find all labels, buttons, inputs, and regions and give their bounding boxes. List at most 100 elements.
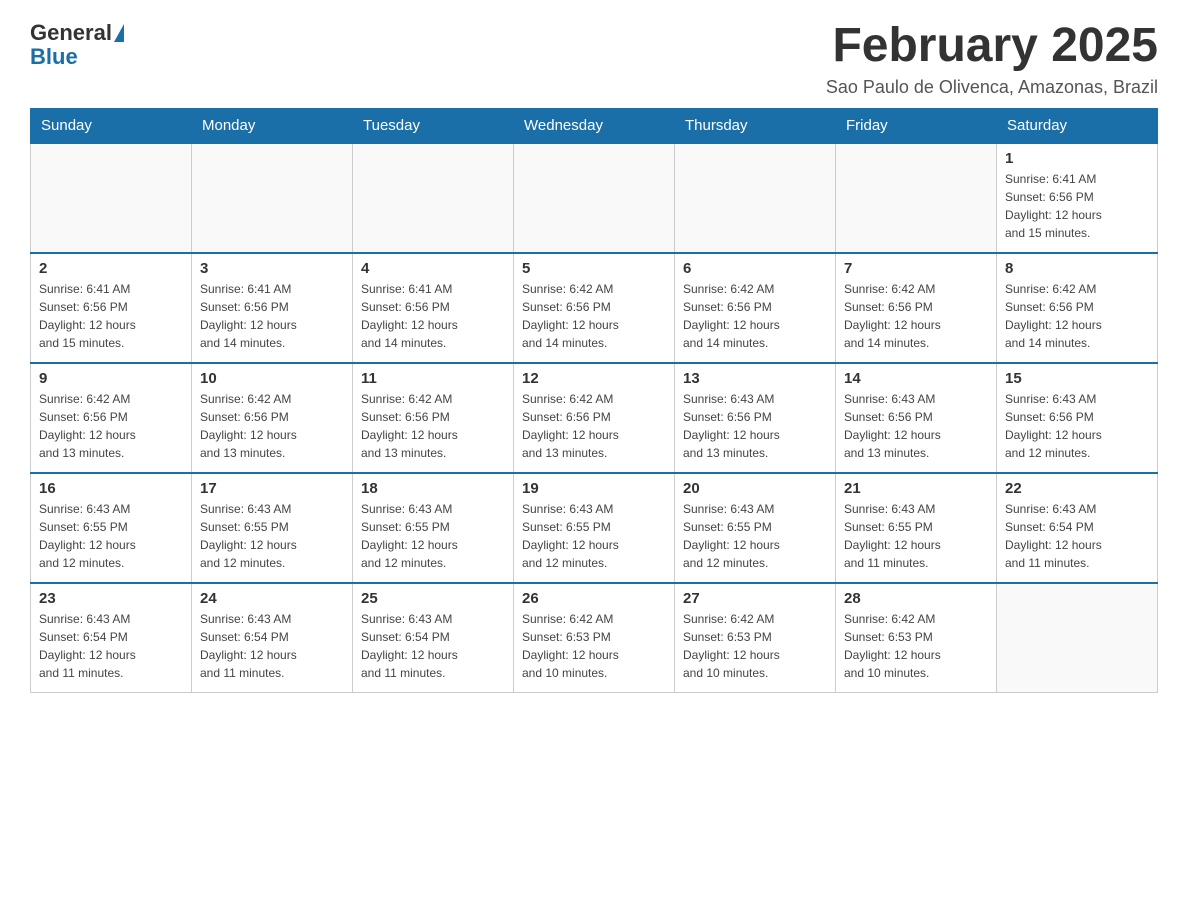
day-number: 28	[844, 590, 988, 607]
calendar-day-cell: 11 Sunrise: 6:42 AM Sunset: 6:56 PM Dayli…	[353, 363, 514, 473]
calendar-body: 1Sunrise: 6:41 AM Sunset: 6:56 PM Daylig…	[31, 143, 1158, 693]
calendar-day-cell: 9Sunrise: 6:42 AM Sunset: 6:56 PM Daylig…	[31, 363, 192, 473]
day-info: Sunrise: 6:43 AM Sunset: 6:55 PM Dayligh…	[683, 500, 827, 572]
calendar-day-cell: 6 Sunrise: 6:42 AM Sunset: 6:56 PM Daylig…	[675, 253, 836, 363]
day-info: Sunrise: 6:42 AM Sunset: 6:53 PM Dayligh…	[522, 610, 666, 682]
col-wednesday: Wednesday	[514, 108, 675, 143]
day-number: 4	[361, 260, 505, 277]
day-info: Sunrise: 6:42 AM Sunset: 6:56 PM Dayligh…	[844, 280, 988, 352]
calendar-day-cell	[675, 143, 836, 253]
calendar-day-cell: 18 Sunrise: 6:43 AM Sunset: 6:55 PM Dayli…	[353, 473, 514, 583]
calendar-day-cell: 7 Sunrise: 6:42 AM Sunset: 6:56 PM Daylig…	[836, 253, 997, 363]
calendar-day-cell	[192, 143, 353, 253]
day-number: 22	[1005, 480, 1149, 497]
calendar-day-cell	[836, 143, 997, 253]
calendar-day-cell: 2Sunrise: 6:41 AM Sunset: 6:56 PM Daylig…	[31, 253, 192, 363]
day-number: 21	[844, 480, 988, 497]
col-friday: Friday	[836, 108, 997, 143]
days-of-week-row: Sunday Monday Tuesday Wednesday Thursday…	[31, 108, 1158, 143]
calendar-day-cell: 10 Sunrise: 6:42 AM Sunset: 6:56 PM Dayli…	[192, 363, 353, 473]
day-info: Sunrise: 6:42 AM Sunset: 6:56 PM Dayligh…	[1005, 280, 1149, 352]
day-info: Sunrise: 6:43 AM Sunset: 6:54 PM Dayligh…	[1005, 500, 1149, 572]
day-number: 7	[844, 260, 988, 277]
day-number: 23	[39, 590, 183, 607]
day-number: 2	[39, 260, 183, 277]
calendar-day-cell: 15 Sunrise: 6:43 AM Sunset: 6:56 PM Dayli…	[997, 363, 1158, 473]
day-number: 24	[200, 590, 344, 607]
calendar-day-cell: 21 Sunrise: 6:43 AM Sunset: 6:55 PM Dayli…	[836, 473, 997, 583]
page-header: General Blue February 2025 Sao Paulo de …	[30, 20, 1158, 98]
col-tuesday: Tuesday	[353, 108, 514, 143]
calendar-day-cell: 14 Sunrise: 6:43 AM Sunset: 6:56 PM Dayli…	[836, 363, 997, 473]
day-info: Sunrise: 6:41 AM Sunset: 6:56 PM Dayligh…	[1005, 170, 1149, 242]
day-number: 11	[361, 370, 505, 387]
calendar-day-cell: 20Sunrise: 6:43 AM Sunset: 6:55 PM Dayli…	[675, 473, 836, 583]
calendar-day-cell: 1Sunrise: 6:41 AM Sunset: 6:56 PM Daylig…	[997, 143, 1158, 253]
location-title: Sao Paulo de Olivenca, Amazonas, Brazil	[826, 77, 1158, 98]
calendar-day-cell: 28 Sunrise: 6:42 AM Sunset: 6:53 PM Dayli…	[836, 583, 997, 693]
day-number: 16	[39, 480, 183, 497]
day-info: Sunrise: 6:43 AM Sunset: 6:55 PM Dayligh…	[200, 500, 344, 572]
day-number: 19	[522, 480, 666, 497]
day-info: Sunrise: 6:42 AM Sunset: 6:56 PM Dayligh…	[522, 280, 666, 352]
calendar-day-cell: 4 Sunrise: 6:41 AM Sunset: 6:56 PM Daylig…	[353, 253, 514, 363]
day-number: 12	[522, 370, 666, 387]
calendar-day-cell: 13 Sunrise: 6:43 AM Sunset: 6:56 PM Dayli…	[675, 363, 836, 473]
day-number: 10	[200, 370, 344, 387]
day-info: Sunrise: 6:43 AM Sunset: 6:56 PM Dayligh…	[683, 390, 827, 462]
day-info: Sunrise: 6:42 AM Sunset: 6:56 PM Dayligh…	[39, 390, 183, 462]
day-info: Sunrise: 6:42 AM Sunset: 6:56 PM Dayligh…	[200, 390, 344, 462]
day-number: 14	[844, 370, 988, 387]
day-info: Sunrise: 6:41 AM Sunset: 6:56 PM Dayligh…	[361, 280, 505, 352]
calendar-header: Sunday Monday Tuesday Wednesday Thursday…	[31, 108, 1158, 143]
day-info: Sunrise: 6:43 AM Sunset: 6:56 PM Dayligh…	[844, 390, 988, 462]
calendar-day-cell: 8Sunrise: 6:42 AM Sunset: 6:56 PM Daylig…	[997, 253, 1158, 363]
calendar-day-cell: 25 Sunrise: 6:43 AM Sunset: 6:54 PM Dayli…	[353, 583, 514, 693]
day-info: Sunrise: 6:42 AM Sunset: 6:53 PM Dayligh…	[844, 610, 988, 682]
day-info: Sunrise: 6:42 AM Sunset: 6:56 PM Dayligh…	[683, 280, 827, 352]
calendar-day-cell: 3Sunrise: 6:41 AM Sunset: 6:56 PM Daylig…	[192, 253, 353, 363]
calendar-day-cell: 19Sunrise: 6:43 AM Sunset: 6:55 PM Dayli…	[514, 473, 675, 583]
day-number: 15	[1005, 370, 1149, 387]
day-number: 27	[683, 590, 827, 607]
day-info: Sunrise: 6:43 AM Sunset: 6:54 PM Dayligh…	[361, 610, 505, 682]
calendar-week-row: 16 Sunrise: 6:43 AM Sunset: 6:55 PM Dayli…	[31, 473, 1158, 583]
day-info: Sunrise: 6:41 AM Sunset: 6:56 PM Dayligh…	[200, 280, 344, 352]
day-info: Sunrise: 6:43 AM Sunset: 6:55 PM Dayligh…	[39, 500, 183, 572]
calendar-day-cell	[514, 143, 675, 253]
day-number: 6	[683, 260, 827, 277]
day-info: Sunrise: 6:43 AM Sunset: 6:55 PM Dayligh…	[361, 500, 505, 572]
calendar-week-row: 1Sunrise: 6:41 AM Sunset: 6:56 PM Daylig…	[31, 143, 1158, 253]
calendar-day-cell	[353, 143, 514, 253]
day-number: 13	[683, 370, 827, 387]
day-info: Sunrise: 6:43 AM Sunset: 6:54 PM Dayligh…	[39, 610, 183, 682]
calendar-day-cell: 24 Sunrise: 6:43 AM Sunset: 6:54 PM Dayli…	[192, 583, 353, 693]
calendar-day-cell: 22 Sunrise: 6:43 AM Sunset: 6:54 PM Dayli…	[997, 473, 1158, 583]
title-block: February 2025 Sao Paulo de Olivenca, Ama…	[826, 20, 1158, 98]
col-monday: Monday	[192, 108, 353, 143]
col-saturday: Saturday	[997, 108, 1158, 143]
month-title: February 2025	[826, 20, 1158, 73]
day-number: 18	[361, 480, 505, 497]
col-sunday: Sunday	[31, 108, 192, 143]
calendar-week-row: 2 Sunrise: 6:41 AM Sunset: 6:56 PM Daylig…	[31, 253, 1158, 363]
calendar-day-cell: 17 Sunrise: 6:43 AM Sunset: 6:55 PM Dayli…	[192, 473, 353, 583]
day-info: Sunrise: 6:42 AM Sunset: 6:53 PM Dayligh…	[683, 610, 827, 682]
calendar-day-cell: 16 Sunrise: 6:43 AM Sunset: 6:55 PM Dayli…	[31, 473, 192, 583]
calendar-day-cell: 26 Sunrise: 6:42 AM Sunset: 6:53 PM Dayli…	[514, 583, 675, 693]
calendar-week-row: 9Sunrise: 6:42 AM Sunset: 6:56 PM Daylig…	[31, 363, 1158, 473]
calendar-week-row: 23 Sunrise: 6:43 AM Sunset: 6:54 PM Dayli…	[31, 583, 1158, 693]
day-number: 5	[522, 260, 666, 277]
calendar-table: Sunday Monday Tuesday Wednesday Thursday…	[30, 108, 1158, 694]
col-thursday: Thursday	[675, 108, 836, 143]
day-info: Sunrise: 6:43 AM Sunset: 6:54 PM Dayligh…	[200, 610, 344, 682]
logo: General Blue	[30, 20, 126, 70]
day-info: Sunrise: 6:43 AM Sunset: 6:55 PM Dayligh…	[844, 500, 988, 572]
day-number: 17	[200, 480, 344, 497]
logo-general-text: General	[30, 20, 112, 46]
day-number: 25	[361, 590, 505, 607]
day-number: 26	[522, 590, 666, 607]
day-info: Sunrise: 6:43 AM Sunset: 6:56 PM Dayligh…	[1005, 390, 1149, 462]
calendar-day-cell: 12Sunrise: 6:42 AM Sunset: 6:56 PM Dayli…	[514, 363, 675, 473]
day-info: Sunrise: 6:42 AM Sunset: 6:56 PM Dayligh…	[361, 390, 505, 462]
